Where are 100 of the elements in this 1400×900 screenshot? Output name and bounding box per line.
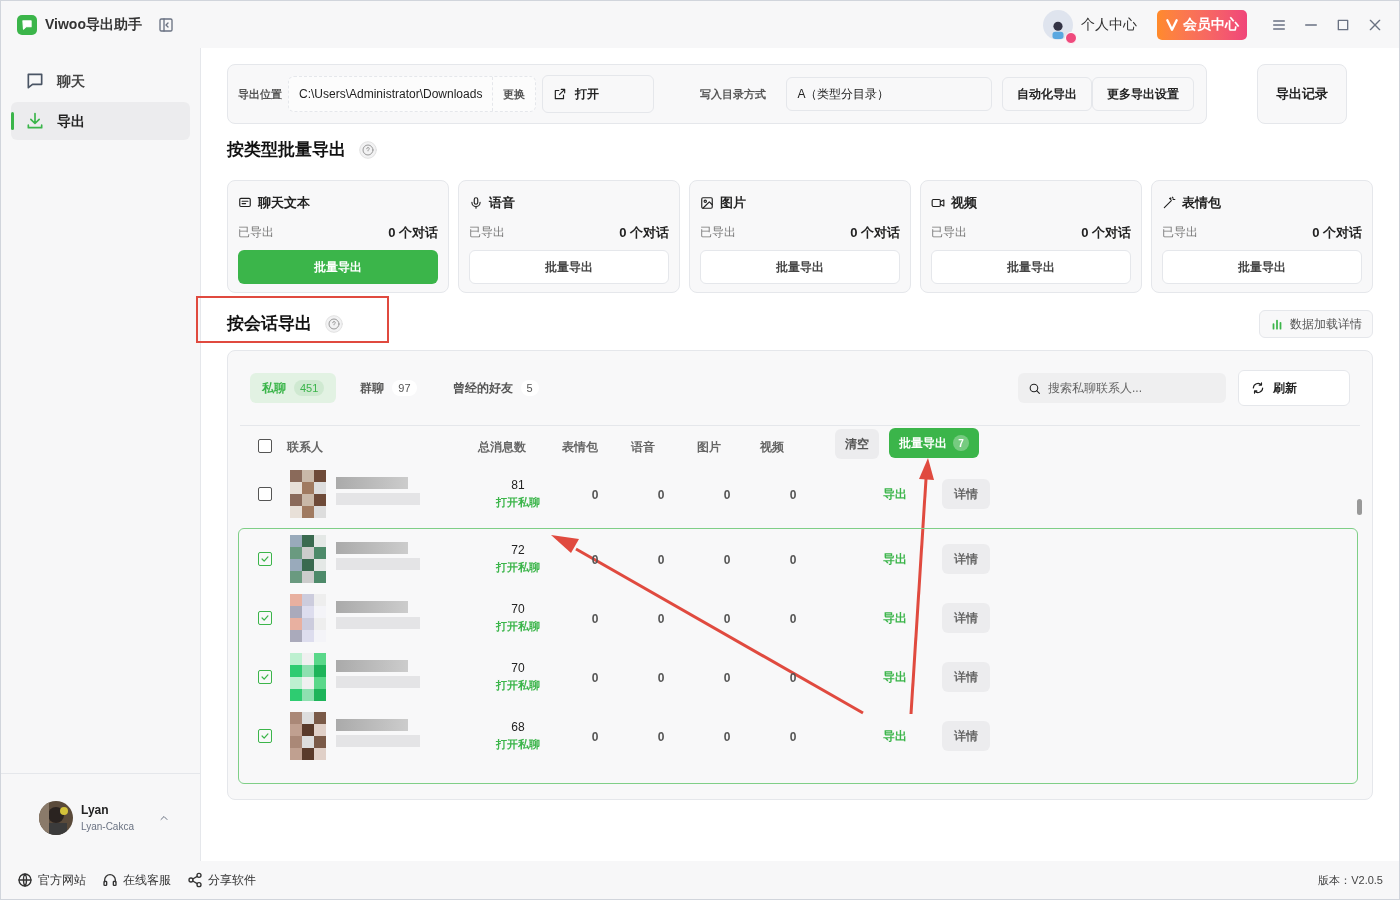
share-icon [187,872,203,888]
directory-mode-dropdown[interactable]: A（类型分目录） [786,77,993,111]
footer-link[interactable]: 官方网站 [17,871,86,889]
settings-button[interactable]: 更多导出设置 [1092,77,1195,111]
help-icon[interactable] [358,140,378,160]
change-button[interactable]: 更换 [492,77,536,111]
stat-cell-text: 0 [789,487,797,504]
details-button[interactable]: 详情 [942,662,990,692]
path-field[interactable]: C:\Users\Administrator\Downloads 更换 [288,76,537,112]
version-label: 版本：V2.0.5 [1318,872,1383,888]
stat-cell-text: 0 [723,487,731,504]
section-title: 按类型批量导出 [227,139,346,162]
stat-cell-text: 0 [789,670,797,687]
image-icon [700,195,714,210]
message-count: 81 [511,477,525,494]
status-label: 已导出 [931,224,967,242]
stat-cell-text: 0 [789,729,797,746]
card-title: 视频 [951,194,977,212]
stat-cell-text: 0 [723,552,731,569]
stat-cell-text: 0 [591,611,599,628]
app-title: Viwoo导出助手 [45,15,142,34]
message-count: 72 [511,542,525,559]
profile-link[interactable]: 个人中心 [1081,14,1137,35]
field-label: 导出位置 [238,86,282,102]
search-icon [1028,382,1041,395]
help-icon[interactable] [324,314,344,334]
status-label: 已导出 [1162,224,1198,242]
stat-cell-text: 0 [657,670,665,687]
row-checkbox[interactable] [258,670,272,684]
message-count: 70 [511,601,525,618]
chat-bubble-icon [25,71,45,91]
footer-link[interactable]: 在线客服 [102,871,171,889]
count-label: 0 个对话 [388,223,438,242]
stat-cell-text: 0 [591,670,599,687]
stat-cell-text: 0 [789,611,797,628]
card-title: 图片 [720,194,746,212]
footer-link[interactable]: 分享软件 [187,871,256,889]
status-label: 已导出 [469,224,505,242]
refresh-button[interactable]: 刷新 [1238,370,1350,406]
history-button[interactable]: 导出记录 [1257,64,1347,124]
stat-cell-text: 0 [591,729,599,746]
card-title: 表情包 [1182,194,1221,212]
sidebar-toggle-icon[interactable] [157,16,174,33]
row-checkbox[interactable] [258,729,272,743]
open-button[interactable]: 打开 [542,75,655,113]
download-icon [25,111,45,131]
bar-chart-icon [1270,317,1284,331]
tab[interactable]: 曾经的好友 5 [440,373,551,403]
stat-cell-text: 0 [789,552,797,569]
count-label: 0 个对话 [1312,223,1362,242]
globe-icon [17,872,33,888]
sidebar-item[interactable]: 导出 [11,102,190,140]
verified-badge [1065,31,1077,44]
row-checkbox[interactable] [258,487,272,501]
select-all-checkbox[interactable] [258,439,272,453]
details-button[interactable]: 详情 [942,721,990,751]
search-field[interactable]: 搜索私聊联系人... [1018,373,1226,403]
details-button[interactable]: 详情 [942,544,990,574]
batch-export-button[interactable]: 批量导出 [1162,250,1362,284]
stat-cell-text: 0 [723,670,731,687]
card-title: 语音 [489,194,515,212]
message-count: 68 [511,719,525,736]
refresh-icon [1251,381,1265,395]
clear-button[interactable]: 清空 [835,429,879,459]
details-button[interactable]: 详情 [942,479,990,509]
field-label: 写入目录方式 [700,86,767,102]
batch-export-button[interactable]: 批量导出 [931,250,1131,284]
stat-cell-text: 0 [657,552,665,569]
column-header: 语音 [631,439,655,456]
card-title: 聊天文本 [258,194,310,212]
column-header: 联系人 [287,439,323,456]
batch-export-button[interactable]: 批量导出 [700,250,900,284]
stat-cell-text: 0 [591,487,599,504]
count-label: 0 个对话 [850,223,900,242]
user-name: Lyan [81,802,110,819]
details-button[interactable]: 详情 [942,603,990,633]
stat-cell-text: 0 [657,729,665,746]
v-mark-icon [1165,17,1179,32]
stat-cell-text: 0 [657,487,665,504]
column-header: 总消息数 [478,439,526,456]
batch-export-button[interactable]: 批量导出 [469,250,669,284]
automation-button[interactable]: 自动化导出 [1002,77,1093,111]
stat-cell-text: 0 [723,729,731,746]
stat-cell-text: 0 [657,611,665,628]
column-header: 视频 [760,439,784,456]
tab[interactable]: 群聊 97 [348,373,429,403]
column-header: 表情包 [562,439,598,456]
user-id: Lyan-Cakca [81,820,134,834]
section-title: 按会话导出 [227,313,312,336]
microphone-icon [469,195,483,210]
check-icon [260,731,270,741]
sidebar-item[interactable]: 聊天 [11,62,190,100]
scrollbar-thumb[interactable] [1357,499,1362,515]
status-label: 已导出 [238,224,274,242]
row-checkbox[interactable] [258,611,272,625]
load-details-button[interactable]: 数据加载详情 [1259,310,1373,338]
check-icon [260,554,270,564]
check-icon [260,613,270,623]
row-checkbox[interactable] [258,552,272,566]
column-header: 图片 [697,439,721,456]
